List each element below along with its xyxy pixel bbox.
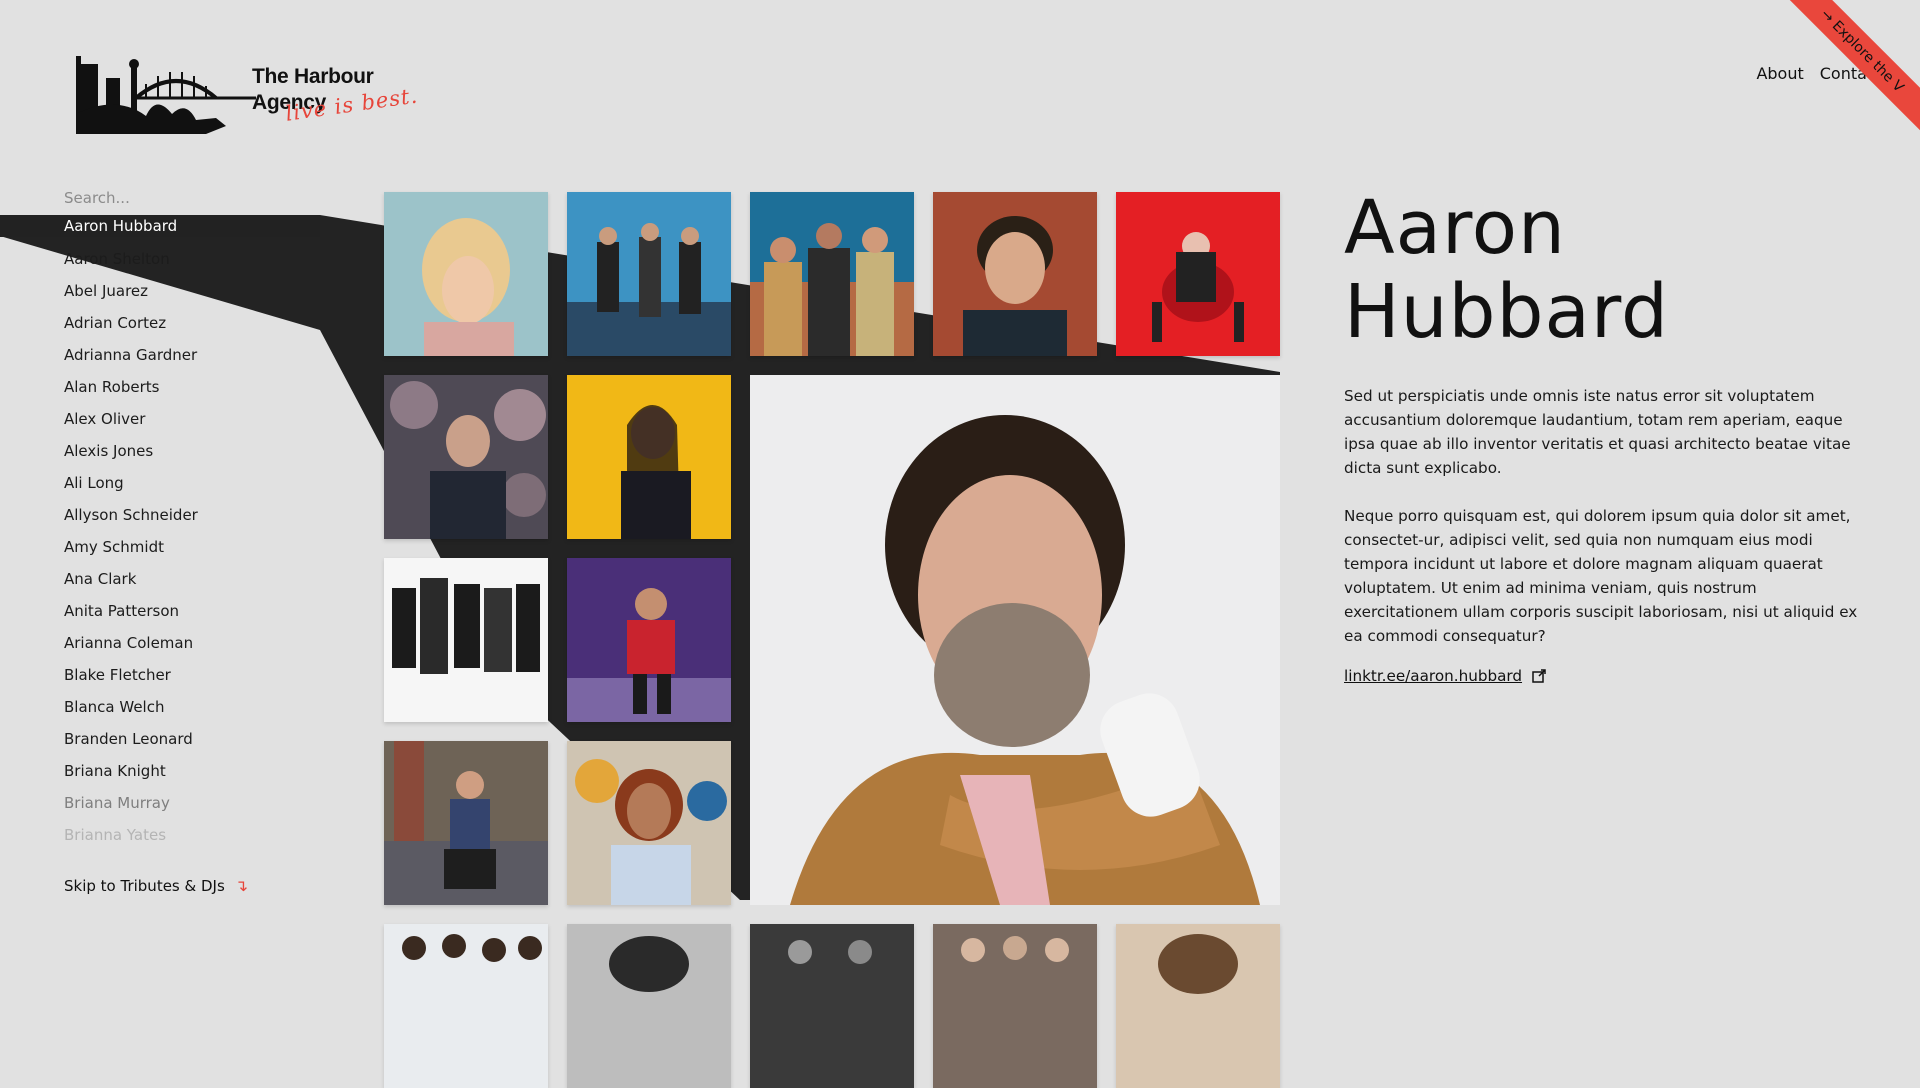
portrait-photo [384, 741, 548, 905]
artist-photo-tile[interactable] [567, 924, 731, 1088]
portrait-photo [1116, 924, 1280, 1088]
artist-list-item[interactable]: Amy Schmidt [0, 535, 380, 567]
band-photo [750, 192, 914, 356]
artist-photo-tile[interactable] [1116, 192, 1280, 356]
artist-photo-tile[interactable] [750, 192, 914, 356]
artist-photo-tile[interactable] [567, 375, 731, 539]
artist-list-item[interactable]: Anita Patterson [0, 599, 380, 631]
nav-about[interactable]: About [1756, 64, 1803, 83]
band-photo [384, 558, 548, 722]
portrait-photo [384, 192, 548, 356]
artist-photo-tile[interactable] [384, 192, 548, 356]
artist-list-item[interactable]: Brianna Yates [0, 823, 380, 855]
artist-list-item[interactable]: Ali Long [0, 471, 380, 503]
artist-list-item[interactable]: Aaron Hubbard [0, 215, 320, 237]
artist-photo-tile[interactable] [567, 558, 731, 722]
artist-first-name: Aaron [1344, 185, 1566, 271]
artist-search-input[interactable] [64, 189, 304, 207]
portrait-photo [567, 924, 731, 1088]
artist-list-item[interactable]: Aaron Shelton [0, 247, 380, 279]
artist-photo-tile[interactable] [567, 741, 731, 905]
artist-list-item[interactable]: Ana Clark [0, 567, 380, 599]
band-photo [933, 924, 1097, 1088]
artist-photo-tile[interactable] [384, 924, 548, 1088]
artist-list-item[interactable]: Arianna Coleman [0, 631, 380, 663]
artist-list-item[interactable]: Briana Knight [0, 759, 380, 791]
artist-link-label: linktr.ee/aaron.hubbard [1344, 667, 1523, 685]
band-photo [567, 192, 731, 356]
artist-photo-tile[interactable] [567, 192, 731, 356]
artist-list-item[interactable]: Adrianna Gardner [0, 343, 380, 375]
artist-list-item[interactable]: Abel Juarez [0, 279, 380, 311]
artist-list-item[interactable]: Alexis Jones [0, 439, 380, 471]
portrait-photo [567, 375, 731, 539]
artist-list-item[interactable]: Alan Roberts [0, 375, 380, 407]
artist-list-item[interactable]: Adrian Cortez [0, 311, 380, 343]
artist-list-item[interactable]: Briana Murray [0, 791, 380, 823]
bio-paragraph: Neque porro quisquam est, qui dolorem ip… [1344, 507, 1858, 645]
artist-link[interactable]: linktr.ee/aaron.hubbard [1344, 667, 1546, 685]
artist-photo-tile[interactable] [933, 192, 1097, 356]
arrow-down-right-icon: ↴ [234, 876, 249, 895]
portrait-photo [567, 741, 731, 905]
artist-photo-tile[interactable] [384, 375, 548, 539]
artist-photo-tile[interactable] [1116, 924, 1280, 1088]
artist-photo-tile[interactable] [750, 924, 914, 1088]
harbour-bridge-logo-icon [76, 56, 256, 134]
portrait-photo [1116, 192, 1280, 356]
artist-list-item[interactable]: Alex Oliver [0, 407, 380, 439]
portrait-photo [384, 375, 548, 539]
band-photo [384, 924, 548, 1088]
artist-list: Aaron Hubbard Aaron Shelton Abel Juarez Adr… [0, 215, 380, 855]
featured-portrait [750, 375, 1280, 905]
artist-last-name: Hubbard [1344, 269, 1669, 355]
artist-list-item[interactable]: Allyson Schneider [0, 503, 380, 535]
artist-list-item[interactable]: Blanca Welch [0, 695, 380, 727]
skip-to-tributes-link[interactable]: Skip to Tributes & DJs ↴ [64, 876, 248, 895]
band-photo [750, 924, 914, 1088]
artist-photo-tile[interactable] [384, 558, 548, 722]
portrait-photo [567, 558, 731, 722]
bio-paragraph: Sed ut perspiciatis unde omnis iste natu… [1344, 387, 1851, 477]
artist-name-heading: Aaron Hubbard [1344, 186, 1824, 354]
featured-artist-photo [750, 375, 1280, 905]
portrait-photo [933, 192, 1097, 356]
skip-label: Skip to Tributes & DJs [64, 876, 225, 895]
artist-list-item[interactable]: Branden Leonard [0, 727, 380, 759]
artist-list-item[interactable]: Blake Fletcher [0, 663, 380, 695]
artist-photo-tile[interactable] [384, 741, 548, 905]
external-link-icon [1532, 669, 1546, 683]
artist-photo-tile[interactable] [933, 924, 1097, 1088]
artist-bio: Sed ut perspiciatis unde omnis iste natu… [1344, 384, 1864, 672]
agency-logo[interactable]: The Harbour Agency live is best. [76, 54, 436, 144]
